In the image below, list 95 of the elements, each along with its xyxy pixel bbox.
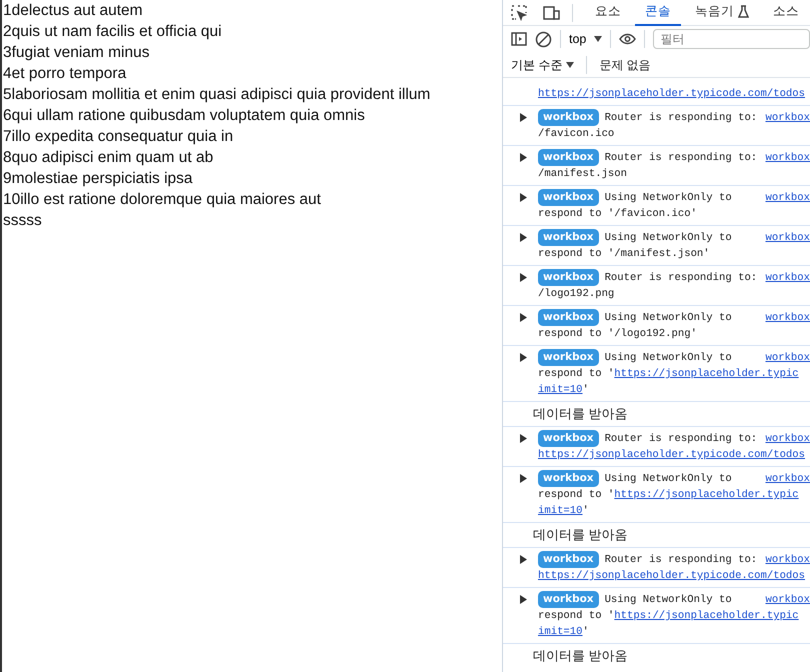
source-link[interactable]: workbox — [765, 150, 810, 166]
message-detail: /manifest.json — [538, 167, 628, 182]
message-text: Router is responding to: — [604, 150, 758, 166]
url-link[interactable]: https://jsonplaceholder.typicode.com/todos — [538, 88, 806, 100]
message-text: Using NetworkOnly to — [604, 230, 732, 246]
expand-icon[interactable] — [519, 595, 527, 604]
workbox-badge: workbox — [538, 591, 599, 608]
expand-icon[interactable] — [519, 555, 527, 564]
expand-icon[interactable] — [519, 193, 527, 202]
url-link[interactable]: https://jsonplaceholder.typic — [614, 489, 799, 501]
message-detail: respond to 'https://jsonplaceholder.typic — [538, 367, 800, 382]
workbox-badge: workbox — [538, 189, 599, 206]
log-text: 데이터를 받아옴 — [533, 527, 628, 542]
log-level-dropdown[interactable]: 기본 수준 — [511, 56, 574, 74]
url-link[interactable]: imit=10 — [538, 626, 583, 638]
list-item-text: 1delectus aut autem — [3, 1, 144, 21]
list-item-text: 8quo adipisci enim quam ut ab — [3, 148, 214, 168]
list-item-text: 3fugiat veniam minus — [3, 43, 150, 63]
source-link[interactable]: workbox — [765, 310, 810, 326]
url-link[interactable]: https://jsonplaceholder.typicode.com/todos — [538, 570, 806, 582]
list-item-text: 5laboriosam mollitia et enim quasi adipisci quia provident illum — [3, 85, 432, 105]
inspect-icon[interactable] — [511, 4, 527, 20]
message-text: Router is responding to: — [604, 110, 758, 126]
filter-field[interactable]: 필터 — [653, 29, 810, 49]
message-detail: respond to '/favicon.ico' — [538, 207, 698, 222]
source-link[interactable]: workbox — [765, 470, 810, 486]
workbox-badge: workbox — [538, 551, 599, 568]
message-text: Using NetworkOnly to — [604, 592, 732, 608]
panel-tab[interactable]: 콘솔 — [635, 0, 681, 26]
message-text: Using NetworkOnly to — [604, 472, 732, 486]
expand-icon[interactable] — [519, 474, 527, 483]
context-dropdown[interactable]: top — [569, 30, 602, 48]
workbox-badge: workbox — [538, 430, 599, 447]
sidebar-icon[interactable] — [511, 31, 527, 47]
workbox-badge: workbox — [538, 309, 599, 326]
message-detail: respond to '/logo192.png' — [538, 327, 698, 342]
log-text: 데이터를 받아옴 — [533, 648, 628, 663]
expand-icon[interactable] — [519, 113, 527, 122]
expand-icon[interactable] — [519, 313, 527, 322]
source-link[interactable]: workbox — [765, 110, 810, 126]
issues-text: 문제 없음 — [599, 56, 651, 74]
message-detail: /logo192.png — [538, 287, 616, 302]
url-link[interactable]: https://jsonplaceholder.typicode.com/todos — [538, 449, 806, 461]
clear-icon[interactable] — [535, 30, 552, 48]
list-item-text: 6qui ullam ratione quibusdam voluptatem quia omnis — [3, 106, 366, 126]
workbox-badge: workbox — [538, 470, 599, 487]
flask-icon — [738, 5, 749, 18]
panel-tab[interactable]: 녹음기 — [685, 0, 759, 26]
list-item-text: sssss — [3, 211, 43, 231]
message-detail: respond to 'https://jsonplaceholder.typic — [538, 609, 800, 624]
message-detail: respond to 'https://jsonplaceholder.typic — [538, 488, 800, 503]
source-link[interactable]: workbox — [765, 592, 810, 608]
source-link[interactable]: workbox — [765, 190, 810, 206]
workbox-badge: workbox — [538, 149, 599, 166]
message-text: Using NetworkOnly to — [604, 310, 732, 326]
url-link[interactable]: https://jsonplaceholder.typic — [614, 610, 799, 622]
list-item-text: 9molestiae perspiciatis ipsa — [3, 169, 194, 189]
source-link[interactable]: workbox — [765, 552, 810, 568]
list-item-text: 10illo est ratione doloremque quia maiores aut — [3, 190, 322, 210]
list-item-text: 4et porro tempora — [3, 64, 128, 84]
message-text: Router is responding to: — [604, 270, 758, 286]
message-text: Router is responding to: — [604, 552, 758, 568]
message-text: Using NetworkOnly to — [604, 190, 732, 206]
message-text: Router is responding to: — [604, 432, 758, 446]
list-item-text: 7illo expedita consequatur quia in — [3, 127, 234, 147]
panel-tab[interactable]: 요소 — [585, 0, 631, 26]
message-detail: imit=10' — [538, 504, 590, 519]
message-text: Using NetworkOnly to — [604, 350, 732, 366]
source-link[interactable]: workbox — [765, 230, 810, 246]
expand-icon[interactable] — [519, 153, 527, 162]
url-link[interactable]: https://jsonplaceholder.typic — [614, 368, 799, 380]
source-link[interactable]: workbox — [765, 270, 810, 286]
url-link[interactable]: imit=10 — [538, 505, 583, 517]
eye-icon[interactable] — [619, 33, 636, 45]
workbox-badge: workbox — [538, 109, 599, 126]
workbox-badge: workbox — [538, 349, 599, 366]
url-link[interactable]: imit=10 — [538, 384, 583, 396]
message-detail: /favicon.ico — [538, 127, 616, 142]
message-detail: imit=10' — [538, 383, 590, 398]
expand-icon[interactable] — [519, 233, 527, 242]
source-link[interactable]: workbox — [765, 430, 810, 446]
caret-icon — [594, 36, 602, 42]
message-detail: imit=10' — [538, 625, 590, 640]
panel-tab[interactable]: 소스 — [763, 0, 809, 26]
list-item-text: 2quis ut nam facilis et officia qui — [3, 22, 223, 42]
expand-icon[interactable] — [519, 273, 527, 282]
device-toolbar-icon[interactable] — [543, 4, 560, 20]
expand-icon[interactable] — [519, 353, 527, 362]
message-detail: respond to '/manifest.json' — [538, 247, 711, 262]
workbox-badge: workbox — [538, 229, 599, 246]
source-link[interactable]: workbox — [765, 350, 810, 366]
workbox-badge: workbox — [538, 269, 599, 286]
caret-icon — [566, 62, 574, 68]
log-text: 데이터를 받아옴 — [533, 406, 628, 421]
expand-icon[interactable] — [519, 434, 527, 443]
